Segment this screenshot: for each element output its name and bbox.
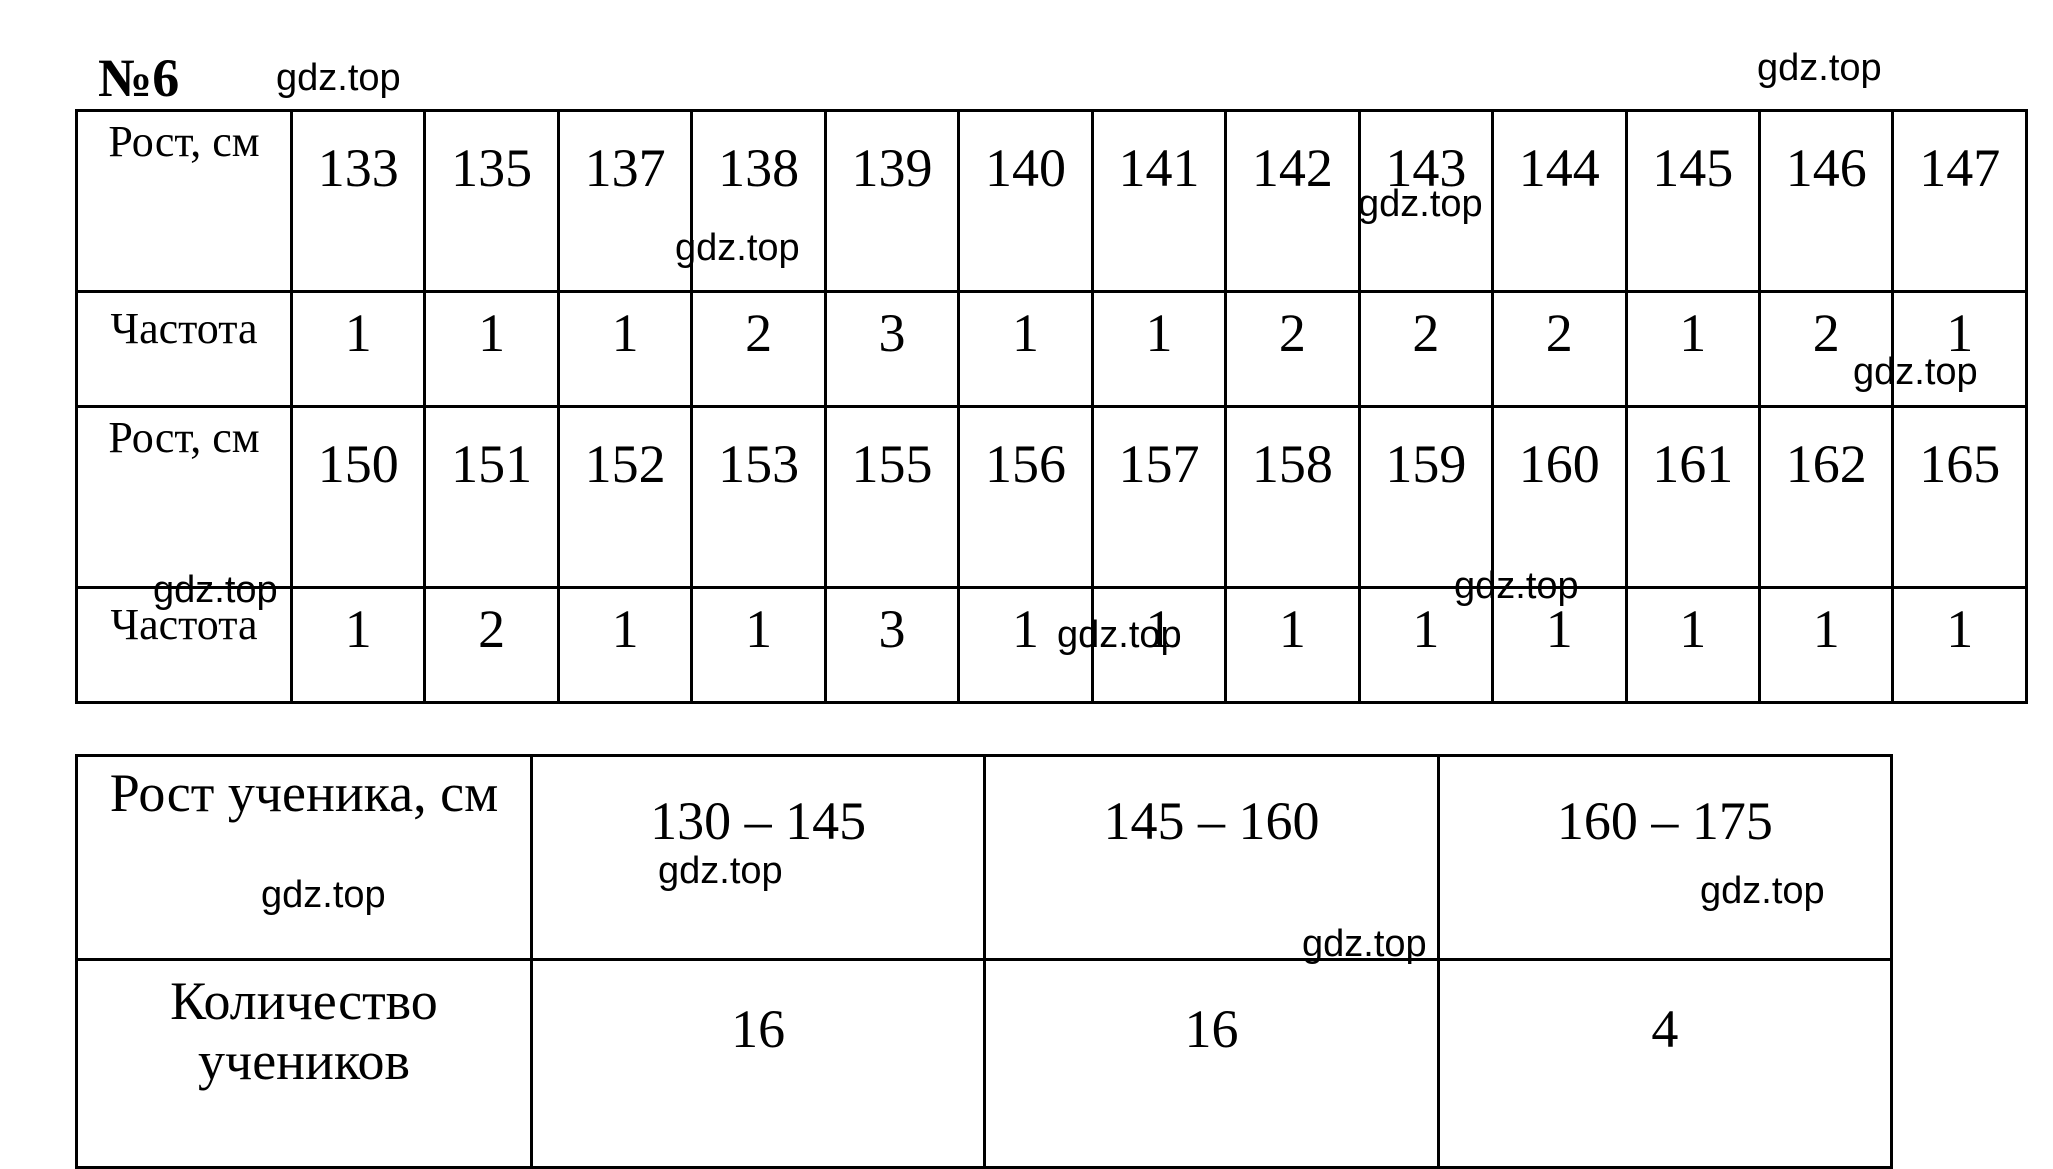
interval-cell: 160 – 175 <box>1436 754 1894 961</box>
count-header-cell: Количество учеников <box>75 958 533 1169</box>
value-cell: 159 <box>1357 405 1495 589</box>
value-cell: 165 <box>1891 405 2028 589</box>
value-cell: 158 <box>1224 405 1361 589</box>
count-row: Количество учеников 16 16 4 <box>75 958 1894 1169</box>
value-cell: 150 <box>289 405 427 589</box>
value-cell: 153 <box>690 405 827 589</box>
value-cell: 2 <box>1224 290 1361 408</box>
height-row: Рост, см 133 135 137 138 139 140 141 142 143 144 14… <box>75 109 2028 293</box>
value-cell: 139 <box>823 109 961 293</box>
value-cell: 160 <box>1491 405 1628 589</box>
value-cell: 162 <box>1757 405 1895 589</box>
watermark: gdz.top <box>658 850 783 892</box>
value-cell: 3 <box>823 290 961 408</box>
watermark: gdz.top <box>1853 351 1978 393</box>
value-cell: 1 <box>289 586 427 704</box>
count-cell: 4 <box>1436 958 1894 1169</box>
height-row: Рост, см 150 151 152 153 155 156 157 158 159 160 16… <box>75 405 2028 589</box>
value-cell: 2 <box>423 586 560 704</box>
watermark: gdz.top <box>1302 923 1427 965</box>
watermark: gdz.top <box>675 227 800 269</box>
value-cell: 151 <box>423 405 560 589</box>
watermark: gdz.top <box>1454 565 1579 607</box>
height-header-cell: Рост ученика, см <box>75 754 533 961</box>
watermark: gdz.top <box>276 57 401 99</box>
value-cell: 1 <box>957 290 1094 408</box>
value-cell: 2 <box>1357 290 1495 408</box>
value-cell: 1 <box>423 290 560 408</box>
value-cell: 140 <box>957 109 1094 293</box>
value-cell: 144 <box>1491 109 1628 293</box>
count-cell: 16 <box>529 958 987 1169</box>
value-cell: 156 <box>957 405 1094 589</box>
watermark: gdz.top <box>1757 47 1882 89</box>
row-label: Частота <box>75 290 293 408</box>
value-cell: 145 <box>1624 109 1761 293</box>
value-cell: 141 <box>1090 109 1228 293</box>
watermark: gdz.top <box>153 569 278 611</box>
value-cell: 142 <box>1224 109 1361 293</box>
value-cell: 1 <box>1891 586 2028 704</box>
value-cell: 161 <box>1624 405 1761 589</box>
value-cell: 3 <box>823 586 961 704</box>
problem-number: №6 <box>98 48 180 108</box>
watermark: gdz.top <box>1358 183 1483 225</box>
value-cell: 133 <box>289 109 427 293</box>
interval-row: Рост ученика, см 130 – 145 145 – 160 160… <box>75 754 1894 961</box>
watermark: gdz.top <box>1057 614 1182 656</box>
row-label: Рост, см <box>75 109 293 293</box>
value-cell: 155 <box>823 405 961 589</box>
value-cell: 1 <box>556 290 694 408</box>
value-cell: 137 <box>556 109 694 293</box>
value-cell: 135 <box>423 109 560 293</box>
value-cell: 1 <box>289 290 427 408</box>
grouped-height-table: Рост ученика, см 130 – 145 145 – 160 160… <box>75 754 1894 1169</box>
value-cell: 152 <box>556 405 694 589</box>
value-cell: 1 <box>1624 586 1761 704</box>
value-cell: 2 <box>1491 290 1628 408</box>
value-cell: 1 <box>1757 586 1895 704</box>
value-cell: 147 <box>1891 109 2028 293</box>
value-cell: 146 <box>1757 109 1895 293</box>
value-cell: 1 <box>1624 290 1761 408</box>
frequency-row: Частота 1 2 1 1 3 1 1 1 1 1 1 1 1 <box>75 586 2028 704</box>
value-cell: 1 <box>690 586 827 704</box>
watermark: gdz.top <box>261 874 386 916</box>
frequency-row: Частота 1 1 1 2 3 1 1 2 2 2 1 2 1 <box>75 290 2028 408</box>
value-cell: 1 <box>1090 290 1228 408</box>
count-cell: 16 <box>983 958 1440 1169</box>
watermark: gdz.top <box>1700 870 1825 912</box>
row-label: Рост, см <box>75 405 293 589</box>
height-frequency-table: Рост, см 133 135 137 138 139 140 141 142 143 144 14… <box>75 109 2028 704</box>
value-cell: 1 <box>1224 586 1361 704</box>
value-cell: 157 <box>1090 405 1228 589</box>
value-cell: 1 <box>556 586 694 704</box>
value-cell: 2 <box>690 290 827 408</box>
